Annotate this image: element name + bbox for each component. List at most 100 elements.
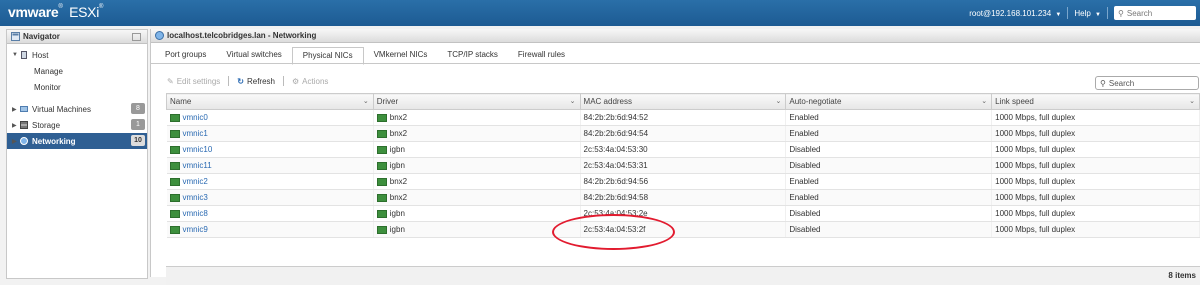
red-ellipse-annotation [552,214,675,250]
vmware-esxi-logo: vmware® ESXi® [8,4,104,20]
gear-icon: ⚙ [292,76,300,86]
table-row[interactable]: vmnic8 igbn 2c:53:4a:04:53:2e Disabled 1000 … [166,205,1200,222]
cell-text: igbn [389,209,405,218]
nic-name-link[interactable]: vmnic9 [183,225,208,234]
table-row[interactable]: vmnic9 igbn 2c:53:4a:04:53:2f Disabled 1000 … [166,221,1200,238]
table-row[interactable]: vmnic3 bnx2 84:2b:2b:6d:94:58 Enabled 1000 M… [166,189,1200,206]
network-card-icon [376,209,387,218]
storage-icon [20,121,28,129]
tab-vmkernel-nics[interactable]: VMkernel NICs [364,47,438,63]
table-cell: 84:2b:2b:6d:94:52 [580,109,787,126]
search-icon: ⚲ [1118,8,1124,18]
nic-name-link[interactable]: vmnic0 [183,113,208,122]
refresh-button[interactable]: ↻ Refresh [237,77,275,86]
cell-text: igbn [389,145,405,154]
nic-name-link[interactable]: vmnic2 [183,177,208,186]
user-menu[interactable]: root@192.168.101.234 ▼ [963,9,1067,18]
networking-globe-icon [20,137,28,145]
chevron-down-icon: ▼ [1095,11,1101,18]
networking-globe-icon [155,31,164,40]
network-card-icon [169,225,180,234]
networking-panel: localhost.telcobridges.lan - Networking … [150,29,1200,285]
cell-text: 2c:53:4a:04:53:30 [583,145,648,154]
chevron-down-icon: ⌄ [362,98,369,105]
column-header-name[interactable]: Name ⌄ [166,93,374,110]
column-header-auto-negotiate[interactable]: Auto-negotiate ⌄ [785,93,993,110]
cell-text: igbn [389,161,405,170]
table-cell: 1000 Mbps, full duplex [991,221,1200,238]
table-row[interactable]: vmnic2 bnx2 84:2b:2b:6d:94:56 Enabled 1000 M… [166,173,1200,190]
column-header-driver[interactable]: Driver ⌄ [372,93,581,110]
nav-item-virtual-machines[interactable]: ▶ Virtual Machines 8 [7,101,147,117]
edit-settings-button[interactable]: ✎ Edit settings [167,77,220,86]
table-cell: bnx2 [373,189,581,206]
host-server-icon [21,51,27,59]
table-row[interactable]: vmnic11 igbn 2c:53:4a:04:53:31 Disabled 1000… [166,157,1200,174]
pencil-icon: ✎ [167,76,174,86]
divider [283,76,284,86]
table-cell: bnx2 [373,109,581,126]
nic-name-link[interactable]: vmnic1 [183,129,208,138]
expand-right-icon: ▶ [12,106,17,113]
help-menu[interactable]: Help ▼ [1068,9,1107,18]
cell-text: 84:2b:2b:6d:94:56 [583,177,649,186]
nav-item-networking[interactable]: ▶ Networking 10 [7,133,147,149]
table-cell: Enabled [785,125,993,142]
tab-bar: Port groups Virtual switches Physical NI… [155,47,575,65]
nic-name-link[interactable]: vmnic10 [183,145,213,154]
panel-header: localhost.telcobridges.lan - Networking [151,29,1200,43]
tab-firewall-rules[interactable]: Firewall rules [508,47,575,63]
cell-text: Disabled [789,145,821,154]
table-cell: bnx2 [373,173,581,190]
table-cell: vmnic8 [166,205,374,222]
top-bar: vmware® ESXi® root@192.168.101.234 ▼ Hel… [0,0,1200,26]
nav-item-host[interactable]: ▼ Host [7,47,147,63]
chevron-down-icon: ⌄ [1189,98,1195,105]
collapse-panel-icon[interactable] [132,32,141,41]
network-card-icon [376,129,387,138]
table-row[interactable]: vmnic1 bnx2 84:2b:2b:6d:94:54 Enabled 1000 M… [166,125,1200,142]
cell-text: 84:2b:2b:6d:94:54 [583,129,649,138]
column-header-mac-address[interactable]: MAC address ⌄ [579,93,787,110]
table-cell: 84:2b:2b:6d:94:54 [580,125,787,142]
cell-text: 1000 Mbps, full duplex [995,193,1076,202]
cell-text: Enabled [789,193,819,202]
count-badge: 8 [131,103,145,114]
virtual-machine-icon [20,106,28,112]
cell-text: bnx2 [389,129,408,138]
cell-text: 84:2b:2b:6d:94:58 [583,193,649,202]
tab-virtual-switches[interactable]: Virtual switches [216,47,291,63]
nic-name-link[interactable]: vmnic8 [183,209,208,218]
expand-down-icon: ▼ [12,52,18,58]
table-header-row: Name ⌄ Driver ⌄ MAC address ⌄ Auto-negotiat… [166,93,1200,110]
table-row[interactable]: vmnic10 igbn 2c:53:4a:04:53:30 Disabled 1000… [166,141,1200,158]
physical-nics-table: Name ⌄ Driver ⌄ MAC address ⌄ Auto-negotiat… [166,93,1200,238]
grid-search-input[interactable]: ⚲ Search [1095,76,1199,90]
count-badge: 1 [131,119,145,130]
global-search-input[interactable]: ⚲ Search [1114,6,1196,20]
table-cell: Enabled [785,189,993,206]
cell-text: bnx2 [389,193,408,202]
table-cell: Disabled [785,141,993,158]
nic-name-link[interactable]: vmnic11 [183,161,212,170]
table-cell: Enabled [785,109,993,126]
chevron-down-icon: ⌄ [981,98,988,105]
nic-name-link[interactable]: vmnic3 [183,193,208,202]
chevron-down-icon: ▼ [1055,11,1062,18]
nav-item-monitor[interactable]: Monitor [7,79,147,95]
cell-text: 1000 Mbps, full duplex [995,129,1076,138]
cell-text: 84:2b:2b:6d:94:52 [583,113,649,122]
table-row[interactable]: vmnic0 bnx2 84:2b:2b:6d:94:52 Enabled 1000 M… [166,109,1200,126]
actions-button[interactable]: ⚙ Actions [292,77,328,86]
cell-text: 1000 Mbps, full duplex [995,209,1076,218]
nav-item-storage[interactable]: ▶ Storage 1 [7,117,147,133]
nav-item-manage[interactable]: Manage [7,63,147,79]
network-card-icon [169,209,180,218]
column-header-link-speed[interactable]: Link speed ⌄ [991,93,1200,110]
cell-text: Disabled [789,209,821,218]
tab-tcpip-stacks[interactable]: TCP/IP stacks [437,47,508,63]
network-card-icon [169,129,180,138]
table-cell: 1000 Mbps, full duplex [991,141,1200,158]
tab-port-groups[interactable]: Port groups [155,47,216,63]
cell-text: 1000 Mbps, full duplex [995,161,1076,170]
